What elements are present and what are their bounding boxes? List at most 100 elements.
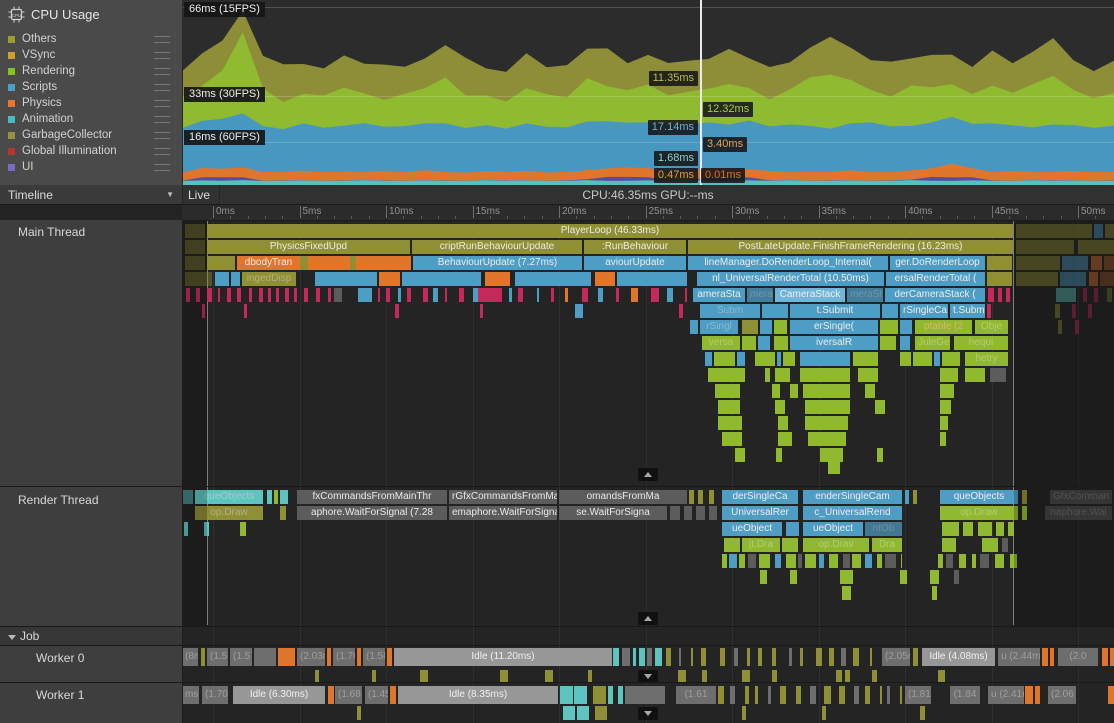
timeline-bar[interactable] bbox=[905, 490, 909, 504]
timeline-bar[interactable] bbox=[842, 586, 851, 600]
timeline-bar[interactable] bbox=[204, 522, 209, 536]
timeline-bar[interactable] bbox=[651, 288, 659, 302]
timeline-bar[interactable]: JuleGe bbox=[915, 336, 950, 350]
drag-handle[interactable] bbox=[154, 148, 170, 155]
scroll-up-button[interactable] bbox=[638, 468, 658, 481]
timeline-bar[interactable] bbox=[718, 416, 742, 430]
timeline-bar[interactable] bbox=[819, 554, 824, 568]
timeline-bar[interactable] bbox=[666, 648, 671, 666]
sidebar-job-group[interactable]: Job bbox=[0, 627, 183, 645]
timeline-bar[interactable]: PhysicsFixedUpd bbox=[207, 240, 410, 254]
timeline-bar[interactable] bbox=[563, 706, 575, 720]
drag-handle[interactable] bbox=[154, 84, 170, 91]
timeline-bar[interactable] bbox=[185, 272, 212, 286]
timeline-bar[interactable] bbox=[987, 304, 991, 318]
timeline-bar[interactable] bbox=[722, 432, 742, 446]
timeline-bar[interactable] bbox=[990, 368, 1006, 382]
timeline-bar[interactable] bbox=[742, 706, 746, 720]
timeline-bar[interactable] bbox=[724, 538, 740, 552]
timeline-bar[interactable] bbox=[631, 288, 639, 302]
timeline-bar[interactable] bbox=[304, 288, 307, 302]
sidebar-main-thread[interactable]: Main Thread bbox=[0, 220, 183, 486]
legend-item-vsync[interactable]: VSync bbox=[6, 47, 176, 63]
timeline-bar[interactable] bbox=[852, 554, 861, 568]
timeline-bar[interactable] bbox=[854, 686, 860, 704]
drag-handle[interactable] bbox=[154, 116, 170, 123]
timeline-bar[interactable]: meraS bbox=[747, 288, 773, 302]
timeline-bar[interactable] bbox=[972, 554, 976, 568]
timeline-bar[interactable] bbox=[647, 648, 652, 666]
timeline-bar[interactable] bbox=[980, 554, 989, 568]
timeline-bar[interactable] bbox=[357, 648, 361, 666]
timeline-bar[interactable] bbox=[829, 554, 838, 568]
timeline-bar[interactable]: GfxComman bbox=[1050, 490, 1112, 504]
timeline-bar[interactable] bbox=[218, 288, 220, 302]
timeline-bar[interactable] bbox=[824, 686, 831, 704]
timeline-bar[interactable] bbox=[184, 522, 188, 536]
timeline-bar[interactable]: Subm bbox=[700, 304, 760, 318]
sidebar-worker-0[interactable]: Worker 0 bbox=[0, 646, 183, 682]
timeline-bar[interactable]: emaphore.WaitForSignal (8.89m bbox=[449, 506, 557, 520]
timeline-bar[interactable] bbox=[934, 352, 940, 366]
timeline-bar[interactable] bbox=[718, 686, 724, 704]
timeline-bar[interactable] bbox=[735, 448, 745, 462]
timeline-bar[interactable]: Dra bbox=[872, 538, 902, 552]
timeline-bar[interactable]: (1.58 bbox=[363, 648, 385, 666]
timeline-bar[interactable] bbox=[685, 288, 687, 302]
timeline-bar[interactable] bbox=[786, 522, 799, 536]
timeline-bar[interactable] bbox=[778, 432, 792, 446]
timeline-bar[interactable] bbox=[280, 506, 286, 520]
timeline-bar[interactable] bbox=[800, 648, 803, 666]
legend-item-rendering[interactable]: Rendering bbox=[6, 63, 176, 79]
timeline-bar[interactable] bbox=[946, 554, 953, 568]
legend-item-animation[interactable]: Animation bbox=[6, 111, 176, 127]
playhead[interactable] bbox=[700, 0, 702, 185]
timeline-bar[interactable]: (8m bbox=[182, 648, 198, 666]
timeline-bar[interactable] bbox=[407, 288, 411, 302]
timeline-bar[interactable]: (1.61 bbox=[676, 686, 716, 704]
timeline-bar[interactable] bbox=[940, 400, 951, 414]
timeline-bar[interactable] bbox=[790, 570, 797, 584]
timeline-bar[interactable] bbox=[1050, 648, 1054, 666]
timeline-bar[interactable] bbox=[1091, 256, 1102, 270]
drag-handle[interactable] bbox=[154, 36, 170, 43]
timeline-bar[interactable]: rSingl bbox=[700, 320, 738, 334]
timeline-bar[interactable] bbox=[720, 648, 725, 666]
timeline-bar[interactable] bbox=[714, 352, 735, 366]
timeline-bar[interactable] bbox=[679, 304, 683, 318]
timeline-bar[interactable] bbox=[690, 320, 698, 334]
timeline-bar[interactable]: ueObject bbox=[722, 522, 782, 536]
timeline-bar[interactable] bbox=[839, 686, 844, 704]
timeline-bar[interactable]: u (2.41m bbox=[988, 686, 1024, 704]
timeline-bar[interactable] bbox=[841, 648, 846, 666]
timeline-bar[interactable] bbox=[402, 272, 481, 286]
timeline-bar[interactable] bbox=[1078, 240, 1114, 254]
timeline-bar[interactable] bbox=[772, 648, 776, 666]
timeline-bar[interactable] bbox=[829, 648, 834, 666]
timeline-bar[interactable] bbox=[423, 288, 428, 302]
timeline-bar[interactable] bbox=[959, 554, 966, 568]
timeline-bar[interactable]: op.Drav bbox=[803, 538, 869, 552]
timeline-bar[interactable] bbox=[1104, 256, 1114, 270]
timeline-bar[interactable] bbox=[1110, 648, 1114, 666]
timeline-bar[interactable] bbox=[709, 506, 717, 520]
timeline-bar[interactable]: (1.70 bbox=[202, 686, 228, 704]
timeline-bar[interactable] bbox=[816, 648, 822, 666]
timeline-bar[interactable]: c_UniversalRend bbox=[803, 506, 902, 520]
timeline-bar[interactable] bbox=[459, 288, 464, 302]
timeline-bar[interactable] bbox=[796, 686, 801, 704]
timeline-bar[interactable]: (2.03n bbox=[297, 648, 325, 666]
timeline-bar[interactable] bbox=[1094, 288, 1098, 302]
timeline-bar[interactable] bbox=[940, 432, 946, 446]
timeline-bar[interactable] bbox=[701, 648, 706, 666]
timeline-bar[interactable] bbox=[1062, 256, 1088, 270]
timeline-bar[interactable] bbox=[828, 462, 840, 474]
timeline-bar[interactable] bbox=[853, 648, 859, 666]
timeline-bar[interactable]: CameraStack bbox=[775, 288, 845, 302]
timeline-bar[interactable] bbox=[518, 288, 523, 302]
cpu-usage-chart[interactable]: 66ms (15FPS)33ms (30FPS)16ms (60FPS)11.3… bbox=[182, 0, 1114, 185]
timeline-bar[interactable] bbox=[445, 288, 447, 302]
timeline-bar[interactable]: (1.84 bbox=[950, 686, 980, 704]
timeline-bar[interactable] bbox=[790, 384, 798, 398]
timeline-bar[interactable] bbox=[798, 554, 803, 568]
